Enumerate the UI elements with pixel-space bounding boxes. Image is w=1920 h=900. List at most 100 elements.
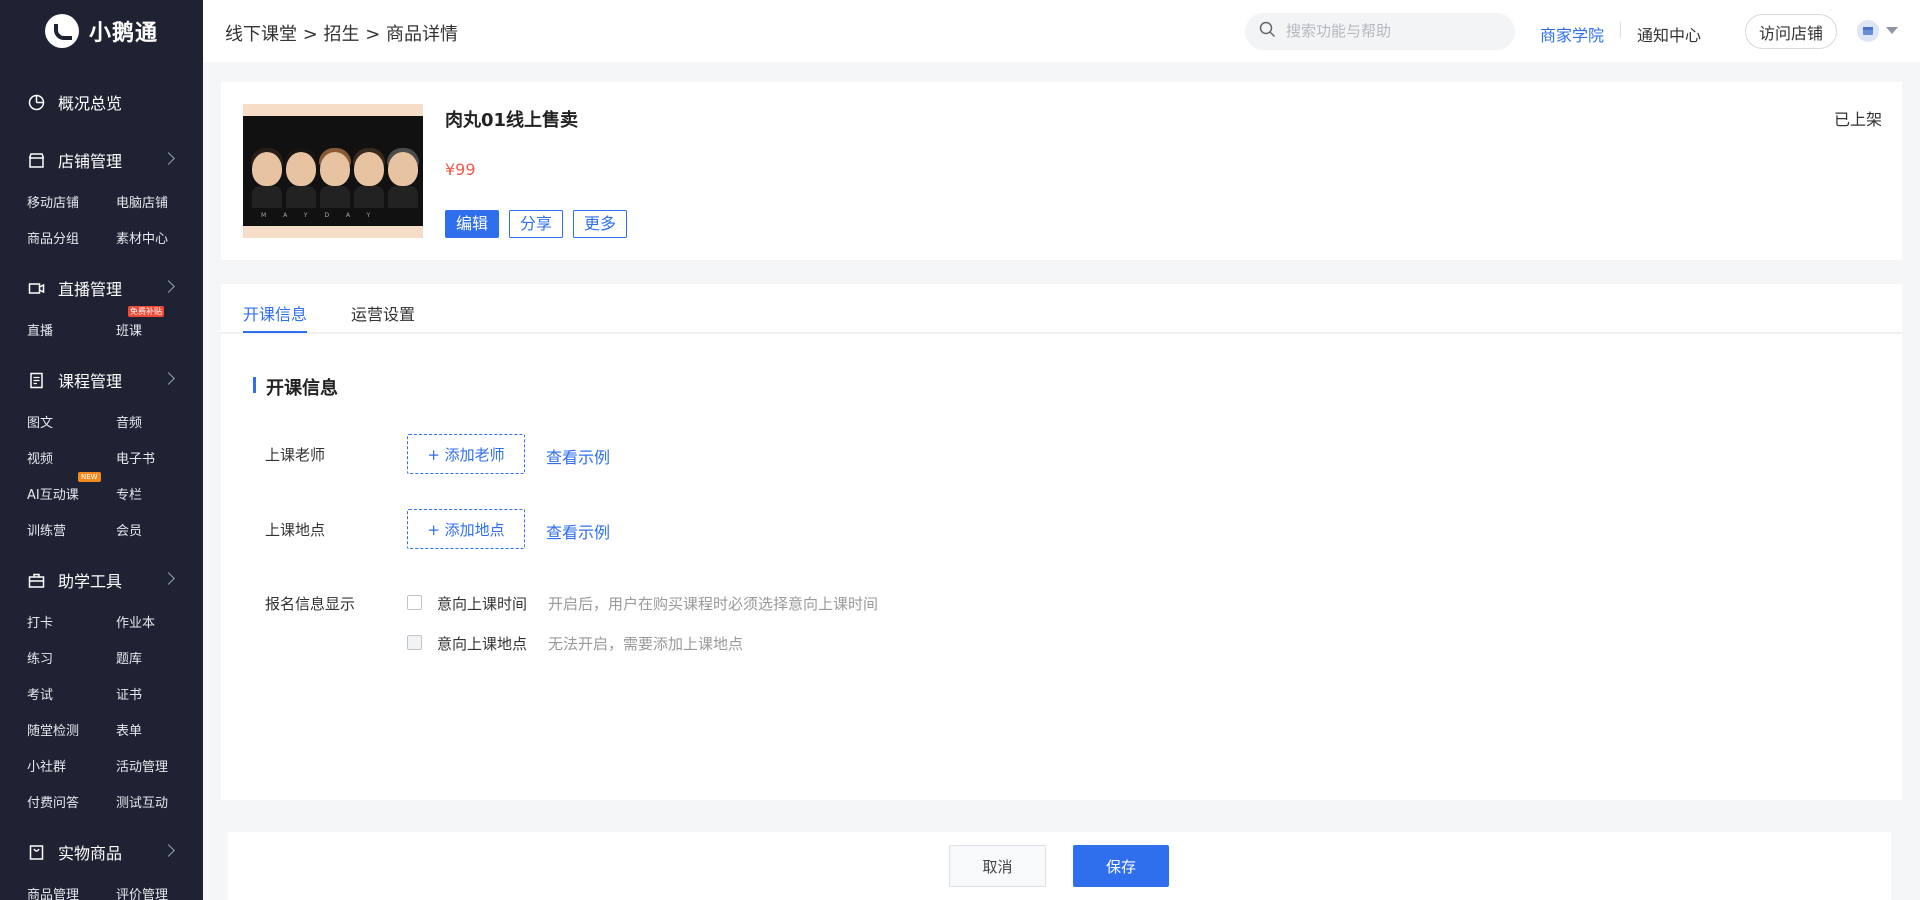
- sidebar-item-label: 概况总览: [58, 94, 123, 113]
- new-badge: NEW: [78, 472, 101, 482]
- sidebar-subitem-ebook[interactable]: 电子书: [116, 442, 203, 478]
- promo-badge: 免费补贴: [128, 306, 164, 317]
- product-title: 肉丸01线上售卖: [445, 110, 579, 131]
- thumbnail-caption: MAYDAY: [261, 212, 388, 219]
- sidebar-item-label: 助学工具: [58, 572, 123, 591]
- intended-time-checkbox[interactable]: [407, 595, 422, 610]
- sidebar-subitem-live[interactable]: 直播: [27, 314, 116, 350]
- sidebar-subitem-homework[interactable]: 作业本: [116, 606, 203, 642]
- sidebar-subitem-exam[interactable]: 考试: [27, 678, 116, 714]
- sidebar-subitem-product-group[interactable]: 商品分组: [27, 222, 116, 258]
- product-price: ¥99: [445, 160, 476, 179]
- intended-location-label[interactable]: 意向上课地点: [437, 633, 527, 654]
- more-button[interactable]: 更多: [573, 210, 628, 238]
- add-location-button[interactable]: + 添加地点: [407, 509, 525, 549]
- sidebar-item-overview[interactable]: 概况总览: [0, 82, 203, 122]
- active-tab-indicator: [243, 331, 307, 333]
- chevron-right-icon: [162, 572, 175, 585]
- section-title: 开课信息: [253, 374, 338, 400]
- merchant-academy-link[interactable]: 商家学院: [1540, 22, 1604, 46]
- sidebar-subitem-practice[interactable]: 练习: [27, 642, 116, 678]
- store-icon: [27, 151, 45, 169]
- shopping-bag-icon: [27, 843, 45, 861]
- teacher-example-link[interactable]: 查看示例: [546, 444, 610, 468]
- location-label: 上课地点: [265, 521, 326, 539]
- intended-location-checkbox[interactable]: [407, 635, 422, 650]
- sidebar-subitem-class[interactable]: 班课 免费补贴: [116, 306, 203, 350]
- intended-time-label[interactable]: 意向上课时间: [437, 593, 527, 614]
- sidebar-item-label: 课程管理: [58, 372, 123, 391]
- goose-logo-icon: [45, 14, 79, 48]
- tab-course-info[interactable]: 开课信息: [243, 301, 307, 325]
- sidebar-subitem-ai-course[interactable]: AI互动课 NEW: [27, 472, 116, 514]
- sidebar-subitem-test-interact[interactable]: 测试互动: [116, 786, 203, 822]
- sidebar-item-store[interactable]: 店铺管理: [0, 140, 203, 180]
- share-button[interactable]: 分享: [509, 210, 564, 238]
- sidebar-subitem-mobile-store[interactable]: 移动店铺: [27, 186, 116, 222]
- chevron-right-icon: [162, 844, 175, 857]
- brand-name: 小鹅通: [89, 21, 159, 46]
- sidebar-subitem-review-manage[interactable]: 评价管理: [116, 878, 203, 900]
- action-footer: 取消 保存: [228, 832, 1891, 900]
- sidebar-subitem-question-bank[interactable]: 题库: [116, 642, 203, 678]
- brand-logo[interactable]: 小鹅通: [0, 0, 203, 62]
- sidebar-subitem-article[interactable]: 图文: [27, 406, 116, 442]
- sidebar-item-course[interactable]: 课程管理: [0, 360, 203, 400]
- sidebar-subitem-certificate[interactable]: 证书: [116, 678, 203, 714]
- notification-center-link[interactable]: 通知中心: [1637, 22, 1701, 46]
- sidebar-subitem-material-center[interactable]: 素材中心: [116, 222, 203, 258]
- sidebar-subitem-pc-store[interactable]: 电脑店铺: [116, 186, 203, 222]
- chevron-right-icon: [162, 280, 175, 293]
- signup-info-label: 报名信息显示: [265, 595, 356, 613]
- tab-bar: 开课信息 运营设置: [221, 284, 1902, 334]
- pie-chart-icon: [27, 93, 45, 111]
- search-box[interactable]: [1245, 13, 1515, 50]
- visit-store-button[interactable]: 访问店铺: [1745, 14, 1837, 49]
- sidebar-subitem-camp[interactable]: 训练营: [27, 514, 116, 550]
- status-badge: 已上架: [1833, 110, 1882, 129]
- sidebar-item-label: 店铺管理: [58, 152, 123, 171]
- location-example-link[interactable]: 查看示例: [546, 519, 610, 543]
- intended-time-hint: 开启后，用户在购买课程时必须选择意向上课时间: [548, 595, 879, 613]
- sidebar-subitem-member[interactable]: 会员: [116, 514, 203, 550]
- sidebar-subitem-activity[interactable]: 活动管理: [116, 750, 203, 786]
- sidebar-subitem-form[interactable]: 表单: [116, 714, 203, 750]
- save-button[interactable]: 保存: [1073, 845, 1169, 887]
- caret-down-icon[interactable]: [1886, 27, 1898, 34]
- course-info-panel: 开课信息 运营设置 开课信息 上课老师 + 添加老师 查看示例 上课地点 + 添…: [221, 284, 1902, 800]
- sidebar-subitem-paid-qa[interactable]: 付费问答: [27, 786, 116, 822]
- avatar[interactable]: [1857, 20, 1879, 42]
- add-teacher-button[interactable]: + 添加老师: [407, 434, 525, 474]
- product-card: MAYDAY 肉丸01线上售卖 ¥99 编辑 分享 更多 已上架: [221, 82, 1902, 260]
- sidebar-subitem-audio[interactable]: 音频: [116, 406, 203, 442]
- breadcrumb[interactable]: 线下课堂 > 招生 > 商品详情: [225, 20, 458, 46]
- sidebar-item-tools[interactable]: 助学工具: [0, 560, 203, 600]
- edit-button[interactable]: 编辑: [445, 210, 500, 238]
- toolbox-icon: [27, 571, 45, 589]
- sidebar-item-goods[interactable]: 实物商品: [0, 832, 203, 872]
- teacher-label: 上课老师: [265, 446, 326, 464]
- sidebar-subitem-community[interactable]: 小社群: [27, 750, 116, 786]
- video-camera-icon: [27, 279, 45, 297]
- sidebar-subitem-column[interactable]: 专栏: [116, 478, 203, 514]
- search-input[interactable]: [1286, 23, 1506, 40]
- cancel-button[interactable]: 取消: [949, 845, 1046, 887]
- product-actions: 编辑 分享 更多: [445, 210, 628, 238]
- sidebar-subitem-video[interactable]: 视频: [27, 442, 116, 478]
- search-icon: [1259, 21, 1276, 42]
- document-icon: [27, 371, 45, 389]
- chevron-right-icon: [162, 372, 175, 385]
- product-thumbnail: MAYDAY: [243, 104, 423, 238]
- sidebar-subitem-quiz[interactable]: 随堂检测: [27, 714, 116, 750]
- sidebar-item-label: 直播管理: [58, 280, 123, 299]
- sidebar-subitem-label: AI互动课: [27, 488, 79, 503]
- sidebar-subitem-goods-manage[interactable]: 商品管理: [27, 878, 116, 900]
- intended-location-hint: 无法开启，需要添加上课地点: [548, 635, 744, 653]
- divider: [1620, 22, 1621, 38]
- sidebar-subitem-label: 班课: [116, 324, 143, 339]
- tab-operation-settings[interactable]: 运营设置: [351, 301, 415, 325]
- sidebar-subitem-checkin[interactable]: 打卡: [27, 606, 116, 642]
- top-bar: 线下课堂 > 招生 > 商品详情 商家学院 通知中心 访问店铺: [203, 0, 1920, 62]
- thumbnail-photo: MAYDAY: [243, 116, 423, 226]
- sidebar-item-live[interactable]: 直播管理: [0, 268, 203, 308]
